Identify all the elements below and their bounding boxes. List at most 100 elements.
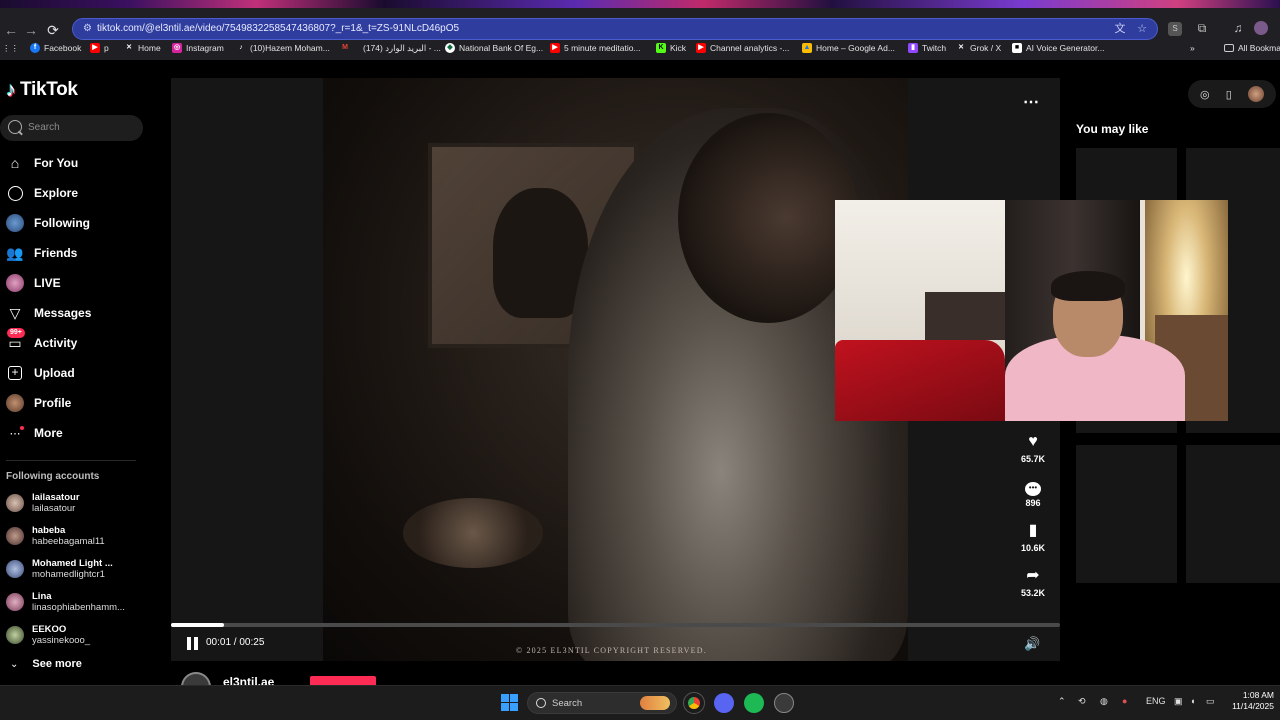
video-timecode: 00:01 / 00:25 (206, 637, 265, 648)
user-avatar[interactable] (1247, 86, 1264, 102)
bookmark-instagram[interactable]: ◎ Instagram (172, 41, 224, 55)
bookmarks-overflow-icon[interactable]: » (1190, 41, 1195, 55)
comment-icon: ••• (1016, 476, 1050, 496)
bookmark-gmail-inbox[interactable]: (174) البريد الوارد - ... (363, 41, 441, 55)
speaker-icon[interactable]: ◖ (1190, 696, 1195, 706)
bookmark-meditation[interactable]: ▶ 5 minute meditatio... (550, 41, 641, 55)
microphone-icon[interactable]: ● (1122, 696, 1127, 706)
taskbar-search[interactable]: Search (527, 692, 677, 714)
nav-live[interactable]: LIVE (6, 271, 61, 295)
windows-start-icon[interactable] (501, 694, 518, 711)
following-account[interactable]: EEKOO yassinekooo_ (6, 621, 90, 649)
desktop-wallpaper-strip (0, 0, 1280, 8)
following-account[interactable]: Lina linasophiabenhamm... (6, 588, 125, 616)
search-input[interactable]: Search (0, 115, 143, 141)
gamepad-icon[interactable]: ◍ (1100, 696, 1108, 707)
spotify-icon[interactable] (744, 693, 764, 713)
bookmark-gmail[interactable]: M (340, 41, 354, 55)
media-control-icon[interactable]: ♫ (1230, 20, 1246, 36)
bookmark-label: Channel analytics -... (710, 43, 790, 53)
video-progress-fill (171, 623, 225, 627)
nav-following[interactable]: Following (6, 211, 90, 235)
suggested-video-tile[interactable] (1186, 445, 1280, 583)
home-icon: ⌂ (10, 155, 20, 171)
like-button[interactable]: ♥ 65.7K (1016, 432, 1050, 464)
all-bookmarks-label: All Bookma (1238, 43, 1280, 53)
nav-more[interactable]: ⋯ More (6, 421, 63, 445)
all-bookmarks[interactable]: All Bookma (1224, 41, 1280, 55)
you-may-like-heading: You may like (1076, 122, 1149, 136)
apps-grid-icon[interactable]: ⋮⋮ (2, 41, 19, 55)
sync-icon[interactable]: ⟲ (1078, 696, 1086, 707)
nav-profile[interactable]: Profile (6, 391, 71, 415)
address-bar[interactable]: ⚙ tiktok.com/@el3ntil.ae/video/754983225… (72, 18, 1158, 40)
forward-icon[interactable]: → (20, 20, 42, 40)
bookmark-nbe[interactable]: ◆ National Bank Of Eg... (445, 41, 543, 55)
translate-icon[interactable]: 文 (1113, 22, 1127, 36)
avatar (6, 626, 24, 644)
folder-icon (1224, 44, 1234, 52)
battery-icon[interactable]: ▭ (1206, 696, 1215, 707)
reload-icon[interactable]: ⟳ (42, 20, 64, 40)
video-frame[interactable] (323, 78, 908, 661)
bookmark-ai-voice[interactable]: ■ AI Voice Generator... (1012, 41, 1104, 55)
bookmark-grok[interactable]: ✕ Grok / X (956, 41, 1001, 55)
nav-for-you[interactable]: ⌂ For You (6, 151, 78, 175)
compass-icon[interactable]: ◎ (1200, 88, 1210, 101)
more-options-icon[interactable]: ⋯ (1023, 92, 1040, 112)
nav-explore[interactable]: Explore (6, 181, 78, 205)
video-progress-bar[interactable] (171, 623, 1060, 627)
back-icon[interactable]: ← (0, 20, 22, 40)
bookmark-p[interactable]: ▶ p (90, 41, 109, 55)
taskbar-clock[interactable]: 1:08 AM 11/14/2025 (1228, 690, 1274, 712)
bookmark-google-ads[interactable]: ▲ Home – Google Ad... (802, 41, 895, 55)
following-account[interactable]: Mohamed Light ... mohamedlightcr1 (6, 555, 113, 583)
bookmark-label: (174) البريد الوارد - ... (363, 42, 441, 53)
bookmark-facebook[interactable]: f Facebook (30, 41, 81, 55)
webcam-bed-headboard (925, 292, 1005, 340)
bookmark-home-x[interactable]: ✕ Home (124, 41, 161, 55)
bookmarks-bar: ⋮⋮ f Facebook ▶ p ✕ Home ◎ Instagram ♪ (10)Ha… (0, 38, 1280, 58)
site-info-icon[interactable]: ⚙ (83, 22, 97, 36)
bookmark-twitch[interactable]: ▮ Twitch (908, 41, 946, 55)
share-button[interactable]: ➦ 53.2K (1016, 566, 1050, 598)
share-icon: ➦ (1026, 567, 1040, 584)
volume-icon[interactable]: 🔊 (1024, 636, 1040, 652)
bookmark-kick[interactable]: K Kick (656, 41, 686, 55)
account-name: Lina (32, 591, 52, 602)
comment-button[interactable]: ••• 896 (1016, 476, 1050, 508)
profile-avatar[interactable] (1254, 21, 1268, 35)
gmail-icon: M (342, 44, 348, 51)
bookmark-star-icon[interactable]: ☆ (1135, 22, 1149, 36)
input-language[interactable]: ENG (1146, 696, 1166, 706)
bookmark-tiktok[interactable]: ♪ (10)Hazem Moham... (236, 41, 330, 55)
top-right-toolbar: ◎ ▯ (1188, 80, 1276, 108)
compass-icon (6, 184, 24, 202)
nav-activity[interactable]: ▭ 99+ Activity (6, 328, 77, 355)
bookmark-label: (10)Hazem Moham... (250, 43, 330, 53)
following-account[interactable]: habeba habeebagamal11 (6, 522, 105, 550)
tiktok-logo[interactable]: ♪ TikTok (6, 78, 78, 102)
tiktok-icon: ♪ (239, 44, 243, 51)
following-account[interactable]: lailasatour lailasatour (6, 489, 80, 517)
bookmark-analytics[interactable]: ▶ Channel analytics -... (696, 41, 789, 55)
see-more-button[interactable]: ⌄ See more (10, 658, 82, 670)
chevron-up-icon[interactable]: ⌃ (1058, 696, 1066, 707)
bookmark-button[interactable]: ▮ 10.6K (1016, 521, 1050, 553)
suggested-video-tile[interactable] (1076, 445, 1177, 583)
chrome-icon[interactable] (683, 692, 705, 714)
nav-upload[interactable]: + Upload (6, 361, 75, 385)
network-icon[interactable]: ▣ (1174, 696, 1183, 707)
pause-icon[interactable] (187, 637, 199, 650)
nav-messages[interactable]: ▽ Messages (6, 301, 92, 325)
device-icon[interactable]: ▯ (1226, 88, 1232, 101)
obs-icon[interactable] (774, 693, 794, 713)
discord-icon[interactable] (714, 693, 734, 713)
bookmark-icon: ▮ (1028, 522, 1038, 539)
bookmark-label: Twitch (922, 43, 947, 53)
bookmark-label: Grok / X (970, 43, 1002, 53)
extensions-icon[interactable]: ⧉ (1194, 20, 1210, 36)
extension-s-icon[interactable]: S (1168, 22, 1182, 36)
chevron-down-icon: ⌄ (10, 658, 19, 670)
nav-friends[interactable]: 👥 Friends (6, 241, 77, 265)
